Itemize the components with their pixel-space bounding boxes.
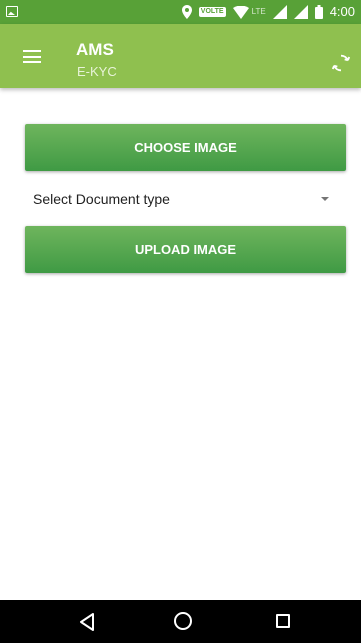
signal-icon-2 [293,5,308,19]
document-type-select[interactable]: Select Document type [33,185,333,213]
page-subtitle: E-KYC [77,64,117,79]
battery-icon [314,5,323,19]
status-bar: VOLTE LTE 4:00 [0,0,361,24]
gallery-icon [6,6,18,17]
lte-label: LTE [251,7,266,16]
app-bar: AMS E-KYC [0,24,361,88]
choose-image-button[interactable]: CHOOSE IMAGE [25,124,346,171]
clock: 4:00 [329,4,355,19]
back-icon[interactable] [79,613,95,631]
navigation-bar [0,600,361,643]
upload-image-button[interactable]: UPLOAD IMAGE [25,226,346,273]
sync-icon[interactable] [330,52,352,74]
page-title: AMS [76,40,114,59]
wifi-icon [232,5,249,19]
document-type-select-label: Select Document type [33,191,170,207]
dropdown-arrow-icon [321,197,329,201]
status-icons: VOLTE LTE 4:00 [181,4,355,20]
location-icon [181,5,192,19]
screen: VOLTE LTE 4:00 AMS E-KYC CHOOSE IMAGE Se… [0,0,361,643]
home-icon[interactable] [174,612,192,630]
signal-icon [272,5,287,19]
menu-icon[interactable] [23,50,41,63]
volte-icon: VOLTE [198,7,226,17]
recents-icon[interactable] [276,614,290,628]
